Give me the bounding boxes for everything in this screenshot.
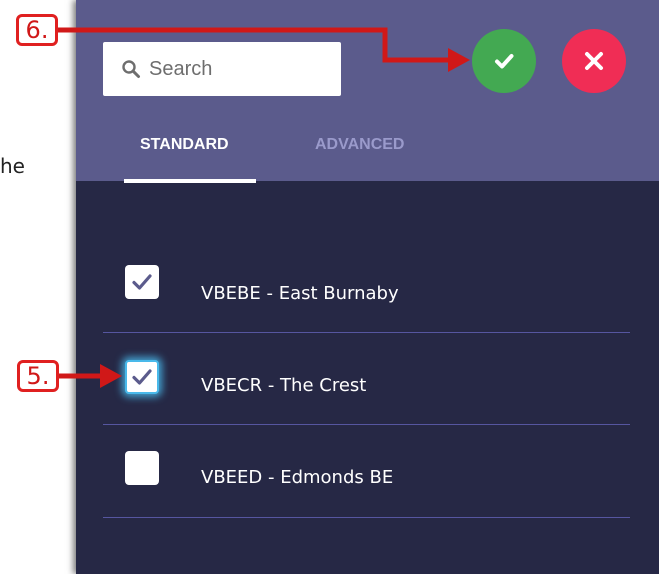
background-partial-text: he	[0, 154, 25, 178]
checkbox-vbebe[interactable]	[125, 265, 159, 299]
checkbox-vbecr[interactable]	[125, 360, 159, 394]
tab-advanced[interactable]: ADVANCED	[315, 136, 404, 154]
check-icon	[132, 274, 152, 290]
tab-standard[interactable]: STANDARD	[140, 136, 229, 154]
annotation-label-6: 6.	[16, 14, 58, 46]
checkbox-vbeed[interactable]	[125, 451, 159, 485]
check-icon	[132, 369, 152, 385]
filter-panel: STANDARD ADVANCED VBEBE - East Burnaby V…	[76, 0, 659, 574]
panel-header: STANDARD ADVANCED	[76, 0, 659, 181]
cancel-button[interactable]	[562, 29, 626, 93]
item-label: VBEED - Edmonds BE	[201, 467, 394, 488]
close-icon	[585, 52, 603, 70]
check-icon	[495, 54, 514, 69]
item-label: VBECR - The Crest	[201, 375, 367, 396]
search-box[interactable]	[103, 42, 341, 96]
divider	[103, 517, 630, 518]
search-input[interactable]	[147, 56, 331, 82]
annotation-label-5: 5.	[17, 360, 59, 392]
list-item-vbecr[interactable]: VBECR - The Crest	[103, 333, 630, 425]
item-label: VBEBE - East Burnaby	[201, 283, 399, 304]
search-icon	[122, 60, 140, 78]
list-item-vbeed[interactable]: VBEED - Edmonds BE	[103, 426, 630, 518]
divider	[103, 424, 630, 425]
list-item-vbebe[interactable]: VBEBE - East Burnaby	[103, 241, 630, 333]
active-tab-indicator	[124, 179, 256, 183]
confirm-button[interactable]	[472, 29, 536, 93]
